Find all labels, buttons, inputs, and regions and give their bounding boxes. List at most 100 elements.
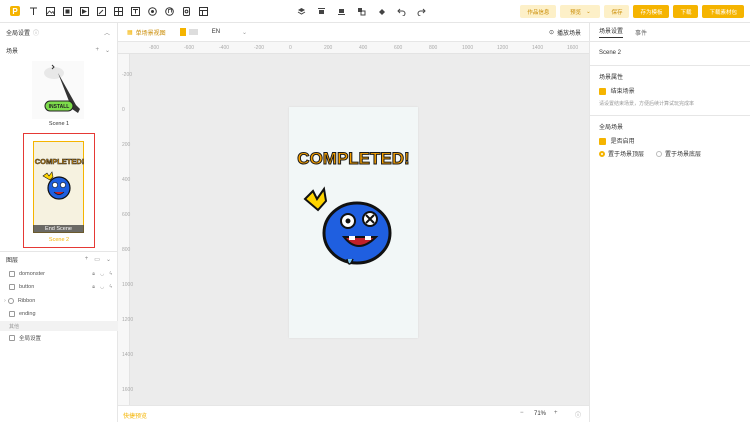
single-view-icon[interactable]: ▦: [127, 29, 133, 36]
scene-thumb-2[interactable]: COMPLETED!: [33, 141, 85, 233]
layout-tool-icon[interactable]: [198, 6, 209, 17]
layer-name: ending: [19, 311, 36, 318]
view-mode-label[interactable]: 单场景视图: [136, 28, 166, 37]
play-scene-button[interactable]: ⊙ 播放场景: [549, 28, 581, 37]
end-scene-overlay: End Scene: [33, 225, 84, 233]
completed-title[interactable]: COMPLETED!: [297, 149, 410, 169]
visibility-icon[interactable]: ◡: [100, 271, 104, 277]
global-settings-header[interactable]: 全局设置 ⓘ ︿: [0, 23, 117, 41]
scene-stage[interactable]: COMPLETED!: [289, 107, 418, 338]
layer-item[interactable]: domonster 🔒︎ ◡ ϟ: [0, 267, 118, 281]
help-icon[interactable]: ⓘ: [575, 410, 581, 419]
expand-arrow-icon[interactable]: ›: [4, 298, 6, 304]
layer-name: Ribbon: [17, 297, 36, 304]
completed-thumb-text: COMPLETED!: [35, 157, 85, 166]
layer-item[interactable]: ending: [0, 308, 118, 322]
image-icon: [9, 311, 15, 318]
zoom-level[interactable]: 71%: [534, 411, 546, 417]
enabled-label: 是否启用: [610, 139, 635, 145]
ruler-tick: -600: [184, 45, 195, 51]
checkbox-checked-icon: [599, 137, 606, 145]
ruler-tick: 800: [122, 247, 131, 253]
bottom-option-label: 置于场景底层: [665, 152, 702, 158]
add-scene-icon[interactable]: +: [95, 47, 99, 54]
folder-icon[interactable]: ▭: [94, 256, 100, 263]
edit-tool-icon[interactable]: [96, 6, 107, 17]
save-button[interactable]: 保存: [604, 5, 630, 18]
chevron-down-icon[interactable]: ⌄: [105, 47, 110, 54]
works-info-button[interactable]: 作品信息: [520, 5, 557, 18]
blue-monster-image[interactable]: [303, 186, 392, 265]
event-icon[interactable]: ϟ: [109, 284, 112, 290]
ruler-tick: 1400: [532, 45, 544, 51]
timer-tool-icon[interactable]: [181, 6, 192, 17]
chevron-down-icon[interactable]: ⌄: [242, 29, 247, 36]
save-template-button[interactable]: 存为模板: [633, 5, 670, 18]
lock-icon[interactable]: 🔒︎: [92, 271, 95, 277]
text-tool-icon[interactable]: [28, 6, 39, 17]
install-text: INSTALL: [49, 104, 70, 110]
language-select[interactable]: EN: [212, 29, 220, 35]
global-settings-item[interactable]: 全局设置: [0, 331, 118, 345]
download-button[interactable]: 下载: [673, 5, 699, 18]
scene-name-value: Scene 2: [599, 50, 622, 56]
layer-item[interactable]: button 🔒︎ ◡ ϟ: [0, 281, 118, 295]
radio-top[interactable]: 置于场景顶层: [599, 149, 644, 158]
add-layer-icon[interactable]: +: [85, 256, 89, 263]
tab-scene-settings[interactable]: 场景设置: [599, 26, 624, 38]
end-scene-description: 请设置结束场景，方便后续计算试玩完成率: [599, 101, 695, 107]
tab-events[interactable]: 事件: [635, 28, 647, 37]
app-logo: P: [9, 5, 21, 17]
global-settings-item-label: 全局设置: [19, 335, 42, 342]
redo-icon[interactable]: [416, 6, 427, 17]
particle-tool-icon[interactable]: [147, 6, 158, 17]
help-icon: ⓘ: [33, 30, 40, 37]
canvas-statusbar: 快捷预览 − 71% + ⓘ: [118, 405, 589, 422]
align-top-icon[interactable]: [316, 6, 327, 17]
ruler-tick: 1600: [567, 45, 579, 51]
ruler-tick: 400: [122, 177, 131, 183]
color-swatch-selected[interactable]: [179, 28, 186, 36]
undo-icon[interactable]: [396, 6, 407, 17]
layer-name: domonster: [19, 270, 45, 277]
enabled-checkbox[interactable]: 是否启用: [590, 136, 750, 145]
layers-header: 图层 + ▭ ⌄: [0, 252, 118, 267]
scene-thumb-1[interactable]: INSTALL: [32, 61, 84, 119]
horizontal-ruler: -800 -600 -400 -200 0 200 400 600 800 10…: [118, 42, 589, 54]
ruler-tick: 200: [324, 45, 333, 51]
textbox-tool-icon[interactable]: [130, 6, 141, 17]
preview-button[interactable]: 预览 ⌄: [560, 5, 601, 18]
lock-icon[interactable]: 🔒︎: [92, 284, 95, 290]
ruler-tick: -800: [149, 45, 160, 51]
ruler-tick: 1600: [122, 387, 134, 393]
scene-name-1: Scene 1: [48, 121, 70, 127]
shape-tool-icon[interactable]: [62, 6, 73, 17]
zoom-out-icon[interactable]: −: [520, 410, 524, 416]
download-bundle-button[interactable]: 下载素材包: [702, 5, 744, 18]
ruler-tick: 0: [122, 107, 125, 113]
fill-icon[interactable]: [376, 6, 387, 17]
canvas-area: ▦ 单场景视图 EN ⌄ ⊙ 播放场景 -800 -600 -400 -200 …: [118, 23, 589, 422]
collapse-icon[interactable]: ︿: [104, 28, 110, 37]
visibility-icon[interactable]: ◡: [100, 284, 104, 290]
chevron-down-icon: ⌄: [586, 8, 591, 15]
color-swatch-alt[interactable]: [188, 29, 198, 35]
align-bottom-icon[interactable]: [336, 6, 347, 17]
group-icon[interactable]: [356, 6, 367, 17]
document-icon: [9, 334, 15, 341]
image-tool-icon[interactable]: [45, 6, 56, 17]
grid-tool-icon[interactable]: [113, 6, 124, 17]
top-toolbar: P 作品信息 预览 ⌄ 保存 存为模板 下载 下载素材包: [0, 0, 750, 23]
audio-tool-icon[interactable]: [164, 6, 175, 17]
radio-bottom[interactable]: 置于场景底层: [656, 149, 701, 158]
layers-icon[interactable]: [296, 6, 307, 17]
event-icon[interactable]: ϟ: [109, 271, 112, 277]
chevron-down-icon[interactable]: ⌄: [106, 256, 111, 263]
layer-name: button: [19, 284, 35, 291]
video-tool-icon[interactable]: [79, 6, 90, 17]
zoom-in-icon[interactable]: +: [554, 410, 558, 416]
layer-item[interactable]: › Ribbon: [0, 294, 118, 308]
shortcut-preview-link[interactable]: 快捷预览: [123, 411, 147, 420]
end-scene-checkbox[interactable]: 结束场景: [590, 86, 750, 95]
ruler-tick: 1000: [122, 282, 134, 288]
